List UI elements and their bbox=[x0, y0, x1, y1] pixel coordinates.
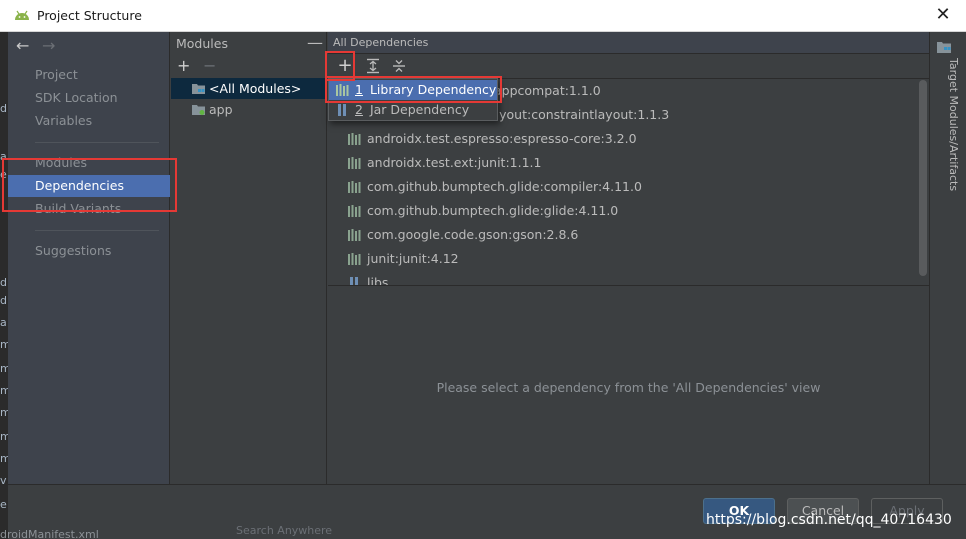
module-folder-icon bbox=[192, 105, 205, 115]
dependency-row[interactable]: com.google.code.gson:gson:2.8.6 bbox=[348, 225, 578, 245]
dependency-label: com.google.code.gson:gson:2.8.6 bbox=[367, 227, 579, 242]
library-icon bbox=[348, 181, 361, 193]
dependency-row[interactable]: junit:junit:4.12 bbox=[348, 249, 459, 269]
nav-item-suggestions[interactable]: Suggestions bbox=[8, 240, 170, 262]
highlight-library-dependency bbox=[325, 76, 502, 103]
minus-icon[interactable]: − bbox=[203, 56, 216, 75]
popup-item-label: Jar Dependency bbox=[369, 102, 470, 117]
jar-icon bbox=[338, 104, 346, 116]
popup-item-jar-dependency[interactable]: 2 Jar Dependency bbox=[329, 100, 497, 120]
modules-title: Modules bbox=[176, 36, 228, 51]
library-icon bbox=[348, 157, 361, 169]
library-icon bbox=[348, 253, 361, 265]
dependency-row[interactable]: androidx.test.ext:junit:1.1.1 bbox=[348, 153, 541, 173]
nav-divider bbox=[35, 230, 159, 231]
dependency-label: com.github.bumptech.glide:glide:4.11.0 bbox=[367, 203, 619, 218]
library-icon bbox=[348, 229, 361, 241]
dependencies-header: All Dependencies bbox=[328, 32, 929, 54]
module-item-app[interactable]: app bbox=[171, 99, 327, 120]
dependencies-title: All Dependencies bbox=[333, 36, 429, 49]
module-folder-icon bbox=[192, 84, 205, 94]
plus-icon[interactable]: + bbox=[177, 56, 190, 75]
nav-item-sdk-location[interactable]: SDK Location bbox=[8, 87, 170, 109]
dependency-label: appcompat:1.1.0 bbox=[494, 83, 601, 98]
close-icon[interactable]: ✕ bbox=[930, 4, 956, 28]
popup-item-mnemonic: 2 bbox=[355, 102, 363, 117]
dependency-row[interactable]: libs bbox=[348, 273, 389, 286]
background-file-tab: droidManifest.xml bbox=[0, 528, 99, 539]
dependency-row[interactable]: layout:constraintlayout:1.1.3 bbox=[488, 105, 669, 125]
library-icon bbox=[348, 205, 361, 217]
highlight-dependencies bbox=[2, 158, 177, 212]
dependency-label: androidx.test.ext:junit:1.1.1 bbox=[367, 155, 542, 170]
title-bar: Project Structure ✕ bbox=[0, 0, 966, 32]
dependency-row[interactable]: appcompat:1.1.0 bbox=[494, 81, 601, 101]
module-item-label: <All Modules> bbox=[209, 81, 302, 96]
window-title: Project Structure bbox=[37, 8, 142, 23]
expand-all-icon[interactable] bbox=[366, 58, 380, 74]
project-structure-nav: ← → Project SDK Location Variables Modul… bbox=[8, 32, 170, 484]
nav-item-variables[interactable]: Variables bbox=[8, 110, 170, 132]
nav-divider bbox=[35, 142, 159, 143]
watermark: https://blog.csdn.net/qq_40716430 bbox=[706, 512, 952, 528]
module-item-label: app bbox=[209, 102, 233, 117]
dependency-label: com.github.bumptech.glide:compiler:4.11.… bbox=[367, 179, 642, 194]
dependency-row[interactable]: androidx.test.espresso:espresso-core:3.2… bbox=[348, 129, 637, 149]
dependency-placeholder: Please select a dependency from the 'All… bbox=[436, 380, 821, 395]
dependency-row[interactable]: com.github.bumptech.glide:compiler:4.11.… bbox=[348, 177, 642, 197]
dependency-label: libs bbox=[367, 275, 389, 286]
dependency-label: androidx.test.espresso:espresso-core:3.2… bbox=[367, 131, 637, 146]
arrow-left-icon[interactable]: ← bbox=[16, 36, 29, 55]
dependency-row[interactable]: com.github.bumptech.glide:glide:4.11.0 bbox=[348, 201, 618, 221]
background-editor-strip: dae dda mmm mmm ve bbox=[0, 32, 8, 539]
modules-panel: Modules — + − <All Modules> app bbox=[171, 32, 327, 484]
jar-icon bbox=[350, 277, 358, 285]
minimize-icon[interactable]: — bbox=[307, 33, 323, 52]
collapse-all-icon[interactable] bbox=[392, 58, 406, 74]
nav-item-project[interactable]: Project bbox=[8, 64, 170, 86]
background-hint-text: Search Anywhere bbox=[236, 524, 333, 537]
arrow-right-icon[interactable]: → bbox=[42, 36, 55, 55]
module-folder-icon bbox=[937, 42, 951, 53]
tab-target-modules-artifacts[interactable]: Target Modules/Artifacts bbox=[947, 58, 960, 191]
dependency-label: layout:constraintlayout:1.1.3 bbox=[488, 107, 670, 122]
module-item-all-modules[interactable]: <All Modules> bbox=[171, 78, 327, 99]
dependency-label: junit:junit:4.12 bbox=[367, 251, 459, 266]
android-icon bbox=[15, 10, 29, 20]
dependency-list-scrollbar[interactable] bbox=[919, 80, 927, 276]
library-icon bbox=[348, 133, 361, 145]
right-tool-strip: Target Modules/Artifacts bbox=[929, 32, 966, 484]
